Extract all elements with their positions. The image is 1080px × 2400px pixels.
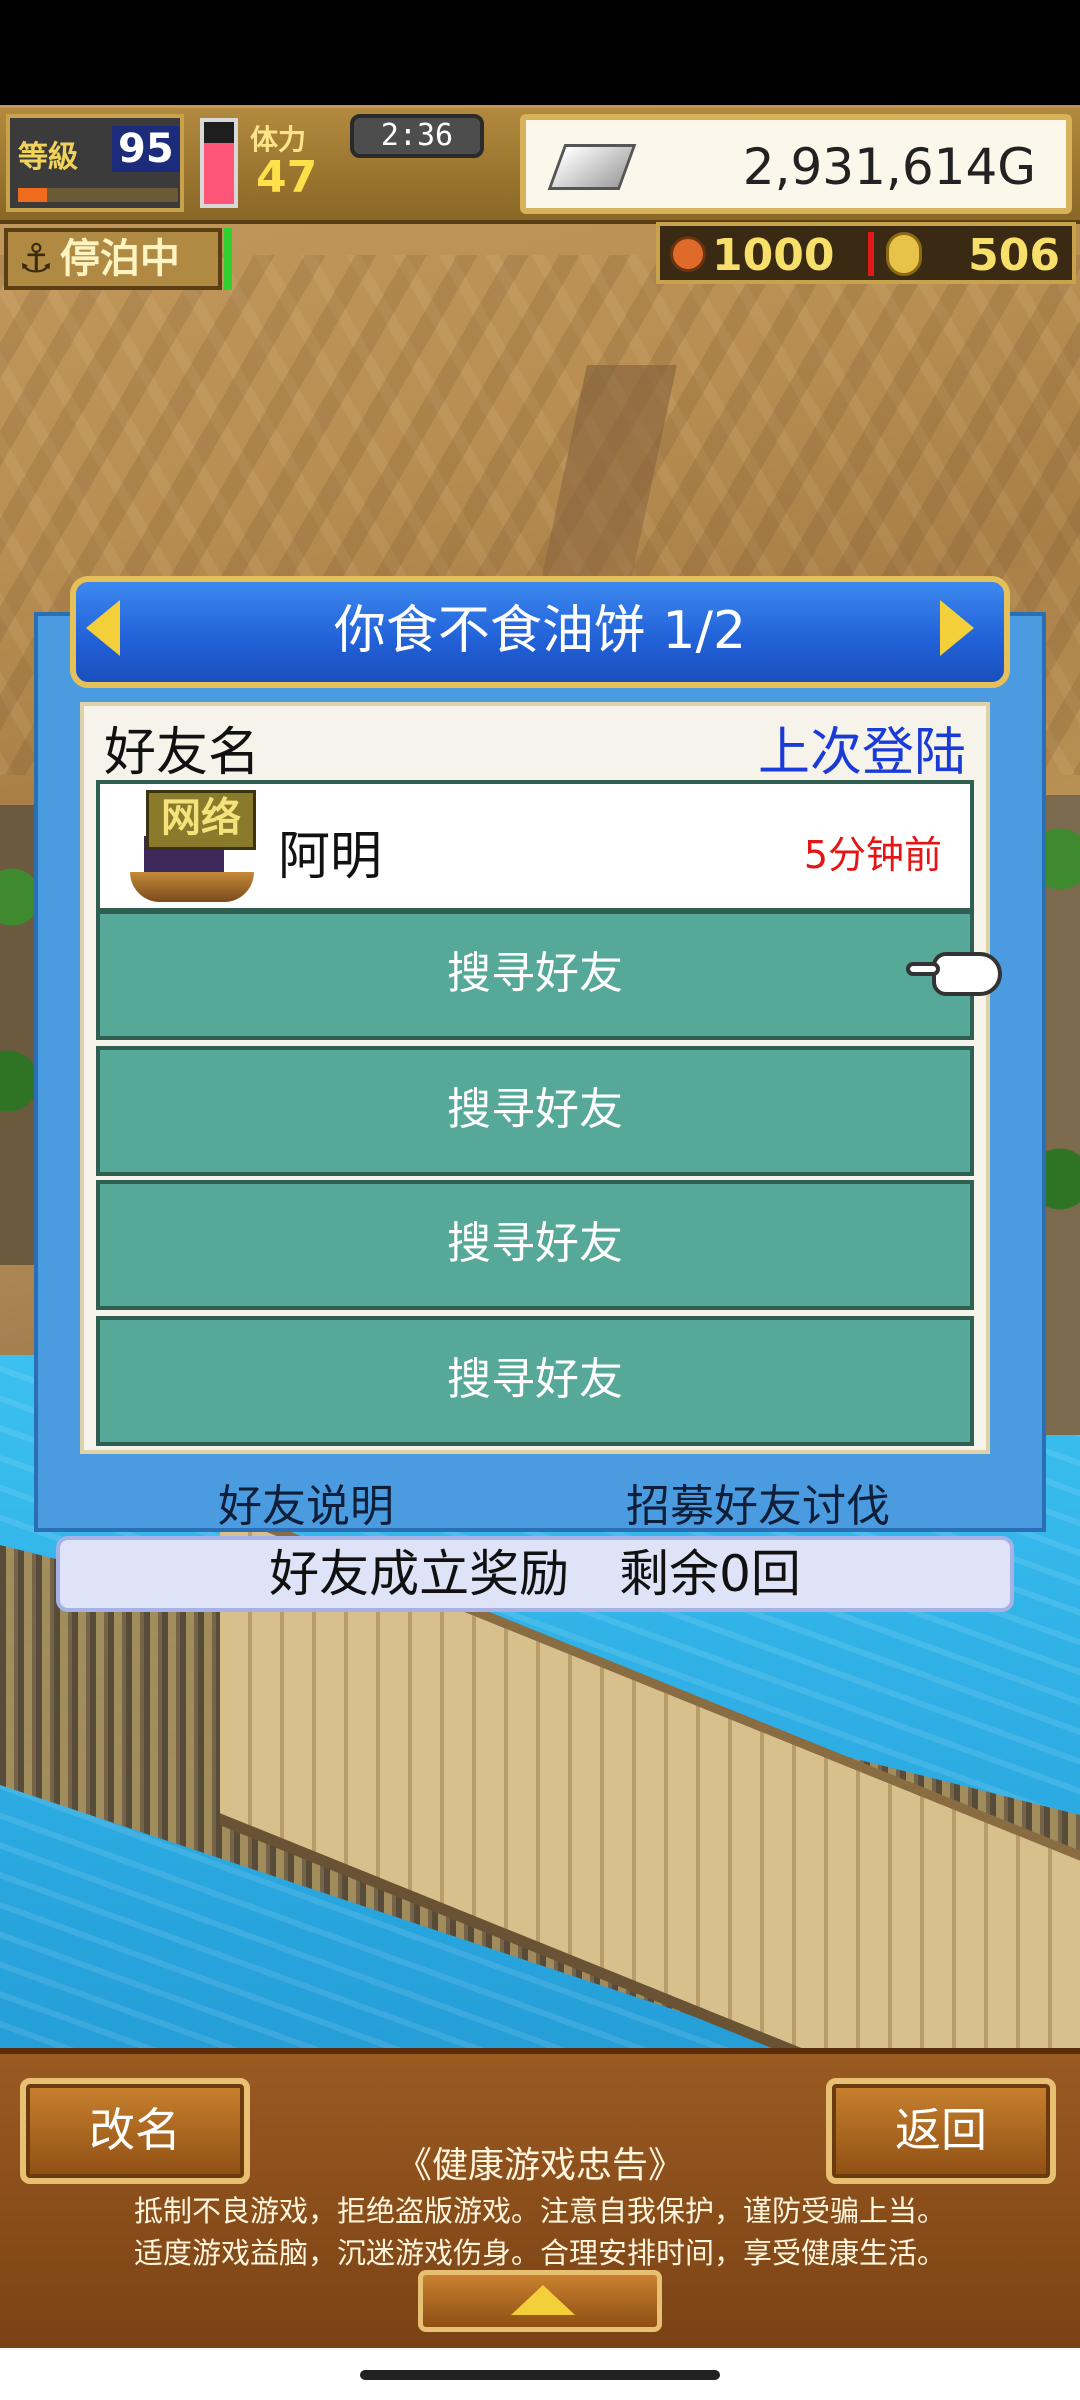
panel-title: 你食不食油饼 1/2 — [70, 576, 1010, 688]
dock-status-badge: ⚓ 停泊中 — [4, 228, 222, 290]
health-notice-title: 《健康游戏忠告》 — [395, 2145, 684, 2186]
expand-menu-button[interactable] — [418, 2270, 662, 2332]
up-arrow-icon — [511, 2285, 575, 2315]
column-header-last-login: 上次登陆 — [757, 723, 966, 783]
pointing-hand-icon — [906, 952, 1002, 996]
anchor-icon: ⚓ — [18, 236, 54, 282]
search-friend-slot-3[interactable]: 搜寻好友 — [96, 1180, 974, 1310]
food-icon — [670, 236, 706, 272]
recruit-friends-link[interactable]: 招募好友讨伐 — [626, 1470, 890, 1534]
stamina-value: 47 — [256, 152, 318, 203]
resource-a-value: 1000 — [712, 230, 835, 281]
next-page-arrow-icon[interactable] — [940, 600, 974, 656]
stamina-timer: 2:36 — [350, 114, 484, 158]
friend-explanation-link[interactable]: 好友说明 — [218, 1470, 394, 1534]
resource-counter[interactable]: 1000 506 — [656, 222, 1076, 284]
friend-row[interactable]: 网络 阿明 5分钟前 — [96, 780, 974, 912]
home-indicator[interactable] — [360, 2370, 720, 2380]
level-progress-fill — [18, 188, 47, 202]
health-notice-line-1: 抵制不良游戏，拒绝盗版游戏。注意自我保护，谨防受骗上当。 — [133, 2194, 946, 2228]
stamina-gauge-fill — [204, 142, 234, 204]
ship-avatar-icon: 网络 — [118, 790, 258, 908]
gold-coin-icon — [886, 232, 922, 276]
level-box: 等級 95 — [6, 114, 184, 212]
health-notice-line-2: 适度游戏益脑，沉迷游戏伤身。合理安排时间，享受健康生活。 — [133, 2236, 946, 2270]
silver-bar-icon — [547, 144, 637, 190]
search-friend-slot-4[interactable]: 搜寻好友 — [96, 1316, 974, 1446]
top-hud: 等級 95 体力 47 2:36 2,931,614G — [0, 108, 1080, 224]
money-display[interactable]: 2,931,614G — [520, 114, 1072, 214]
search-friend-slot-2[interactable]: 搜寻好友 — [96, 1046, 974, 1176]
resource-separator — [868, 232, 874, 276]
trees-right — [1040, 795, 1080, 1435]
level-label: 等級 — [18, 140, 78, 175]
ship-hull — [130, 872, 254, 902]
resource-b-value: 506 — [968, 230, 1060, 281]
level-value: 95 — [112, 126, 180, 172]
stamina-gauge — [200, 118, 238, 208]
level-progress-bar — [18, 188, 178, 202]
search-friend-slot-1[interactable]: 搜寻好友 — [96, 910, 974, 1040]
friend-last-login: 5分钟前 — [803, 833, 942, 877]
status-indicator — [224, 228, 232, 290]
friend-bonus-bar: 好友成立奖励 剩余0回 — [56, 1536, 1014, 1612]
prev-page-arrow-icon[interactable] — [86, 600, 120, 656]
network-badge: 网络 — [146, 790, 256, 850]
money-value: 2,931,614G — [742, 138, 1036, 196]
column-header-friend-name: 好友名 — [104, 723, 261, 783]
dock-status-text: 停泊中 — [59, 236, 180, 282]
friend-name: 阿明 — [278, 827, 383, 887]
